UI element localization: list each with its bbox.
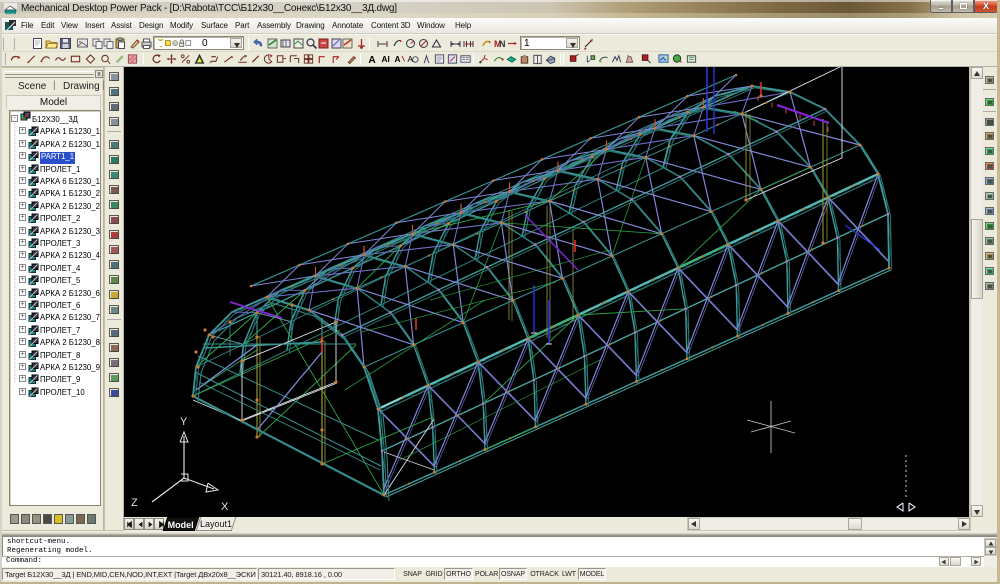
svg-text:A: A — [395, 54, 401, 64]
svg-text:X: X — [221, 501, 229, 513]
svg-text:Al: Al — [382, 54, 390, 64]
svg-text:N: N — [499, 39, 506, 49]
svg-text:A: A — [368, 55, 376, 65]
svg-text:Z: Z — [131, 497, 138, 509]
svg-text:Y: Y — [180, 416, 188, 428]
